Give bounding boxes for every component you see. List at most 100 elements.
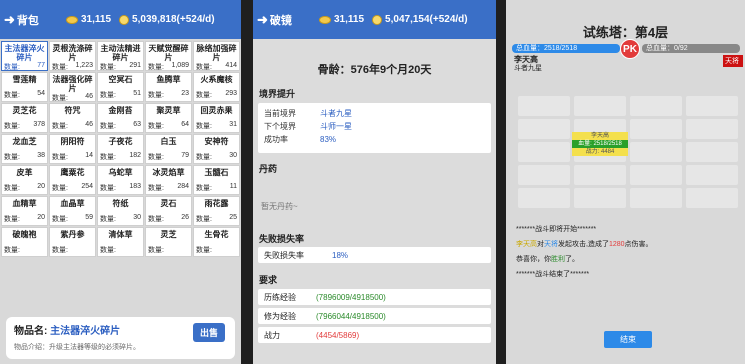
item-qty-row: 数量: 23 bbox=[148, 90, 189, 100]
back-label: 背包 bbox=[16, 14, 39, 27]
sell-button[interactable]: 出售 bbox=[192, 323, 225, 342]
inventory-item[interactable]: 符纸 数量: 30 bbox=[97, 196, 144, 226]
inventory-item[interactable]: 鹰粟花 数量: 254 bbox=[49, 165, 96, 195]
coin-counter: 31,115 bbox=[66, 14, 111, 25]
item-qty-label: 数量: bbox=[196, 216, 212, 223]
inventory-item[interactable]: 龙血芝 数量: 38 bbox=[1, 134, 48, 164]
inventory-item[interactable]: 主动法精进碎片 数量: 291 bbox=[97, 41, 144, 71]
inventory-item[interactable]: 聚灵草 数量: 64 bbox=[145, 103, 192, 133]
success-rate-value: 83% bbox=[320, 135, 337, 144]
item-qty-value: 291 bbox=[129, 62, 141, 69]
item-qty-label: 数量: bbox=[148, 185, 164, 192]
inventory-item[interactable]: 灵根洗涤碎片 数量: 1,223 bbox=[49, 41, 96, 71]
fighter-card-hp: 血量: 2518/2518 bbox=[572, 140, 628, 148]
item-title-value: 主法器淬火碎片 bbox=[50, 326, 121, 337]
item-qty-label: 数量: bbox=[148, 247, 164, 254]
battle-slot bbox=[574, 188, 626, 208]
item-name: 血精草 bbox=[12, 199, 37, 208]
item-name: 白玉 bbox=[160, 137, 177, 146]
req-value: (7896009/4918500) bbox=[316, 292, 386, 302]
item-qty-row: 数量: 46 bbox=[52, 93, 93, 103]
item-qty-row: 数量: 20 bbox=[4, 183, 45, 193]
inventory-item[interactable]: 冰灵焰草 数量: 284 bbox=[145, 165, 192, 195]
item-qty-label: 数量: bbox=[4, 247, 20, 254]
item-qty-label: 数量: bbox=[148, 92, 164, 99]
inventory-item[interactable]: 鱼腾草 数量: 23 bbox=[145, 72, 192, 102]
battle-slot bbox=[686, 96, 738, 116]
item-name: 玉髓石 bbox=[204, 168, 229, 177]
item-qty-label: 数量: bbox=[100, 92, 116, 99]
end-button[interactable]: 结束 bbox=[604, 331, 652, 348]
inventory-item[interactable]: 火系魔核 数量: 293 bbox=[193, 72, 240, 102]
inventory-item[interactable]: 金刚苔 数量: 63 bbox=[97, 103, 144, 133]
inventory-item[interactable]: 血精草 数量: 20 bbox=[1, 196, 48, 226]
item-qty-label: 数量: bbox=[4, 185, 20, 192]
item-qty-value: 20 bbox=[37, 183, 45, 190]
inventory-item[interactable]: 紫丹参 数量: bbox=[49, 227, 96, 257]
inventory-item[interactable]: 灵芝花 数量: 378 bbox=[1, 103, 48, 133]
inventory-item[interactable]: 雪莲精 数量: 54 bbox=[1, 72, 48, 102]
bag-panel: ➜ 背包 31,115 5,039,818(+524/d) 主法器淬火碎片 数量:… bbox=[0, 0, 241, 364]
inventory-item[interactable]: 灵石数量: 26 bbox=[145, 196, 192, 226]
success-rate-row: 成功率 83% bbox=[264, 133, 485, 146]
item-qty-label: 数量: bbox=[4, 64, 20, 71]
item-qty-row: 数量: 25 bbox=[196, 214, 237, 224]
inventory-item[interactable]: 清体草 数量: bbox=[97, 227, 144, 257]
item-qty-label: 数量: bbox=[4, 154, 20, 161]
back-button[interactable]: ➜ 破镜 bbox=[257, 12, 311, 28]
item-name: 符纸 bbox=[112, 199, 129, 208]
battle-slot bbox=[630, 142, 682, 162]
inventory-item[interactable]: 子夜花 数量: 182 bbox=[97, 134, 144, 164]
battle-slot bbox=[518, 96, 570, 116]
inventory-item[interactable]: 乌蛇草 数量: 183 bbox=[97, 165, 144, 195]
item-name: 天赋觉醒碎片 bbox=[148, 44, 189, 62]
inventory-item[interactable]: 主法器淬火碎片 数量: 77 bbox=[1, 41, 48, 71]
req-key: 历练经验 bbox=[264, 292, 296, 302]
item-qty-row: 数量: 14 bbox=[52, 152, 93, 162]
item-name: 灵石 bbox=[160, 199, 177, 208]
item-qty-value: 54 bbox=[37, 90, 45, 97]
inventory-item[interactable]: 破魄袍 数量: bbox=[1, 227, 48, 257]
gem-counter: 5,047,154(+524/d) bbox=[372, 14, 468, 25]
pill-title: 丹药 bbox=[259, 164, 278, 174]
inventory-item[interactable]: 符咒 数量: 46 bbox=[49, 103, 96, 133]
item-qty-value: 20 bbox=[37, 214, 45, 221]
gem-icon bbox=[119, 14, 130, 25]
item-qty-label: 数量: bbox=[100, 64, 116, 71]
back-button[interactable]: ➜ 背包 bbox=[4, 12, 58, 28]
item-qty-row: 数量: bbox=[52, 245, 93, 255]
inventory-item[interactable]: 血晶草 数量: 59 bbox=[49, 196, 96, 226]
inventory-item[interactable]: 空冥石 数量: 51 bbox=[97, 72, 144, 102]
inventory-item[interactable]: 安神符 数量: 30 bbox=[193, 134, 240, 164]
item-qty-row: 数量: 1,089 bbox=[148, 62, 189, 72]
log-line: 李天高对天将发起攻击,造成了1280点伤害。 bbox=[516, 241, 653, 248]
item-qty-value: 63 bbox=[133, 121, 141, 128]
pk-badge: PK bbox=[620, 39, 640, 59]
realm-current-key: 当前境界 bbox=[264, 109, 296, 118]
inventory-item[interactable]: 雨花露 数量: 25 bbox=[193, 196, 240, 226]
inventory-item[interactable]: 脉络加强碎片 数量: 414 bbox=[193, 41, 240, 71]
item-qty-label: 数量: bbox=[196, 154, 212, 161]
inventory-item[interactable]: 灵芝 数量: bbox=[145, 227, 192, 257]
back-arrow-icon: ➜ bbox=[4, 11, 15, 27]
inventory-item[interactable]: 玉髓石 数量: 11 bbox=[193, 165, 240, 195]
bone-age: 骨龄：576年9个月20天 bbox=[317, 64, 432, 76]
item-qty-label: 数量: bbox=[100, 185, 116, 192]
realm-box: 当前境界 斗者九星 下个境界 斗师一星 成功率 83% bbox=[258, 103, 491, 153]
item-qty-label: 数量: bbox=[100, 123, 116, 130]
item-qty-row: 数量: 414 bbox=[196, 62, 237, 72]
inventory-item[interactable]: 法器强化碎片 数量: 46 bbox=[49, 72, 96, 102]
item-name: 龙血芝 bbox=[12, 137, 37, 146]
inventory-item[interactable]: 天赋觉醒碎片 数量: 1,089 bbox=[145, 41, 192, 71]
log-line: *******战斗即将开始******* bbox=[516, 226, 597, 233]
inventory-item[interactable]: 白玉 数量: 79 bbox=[145, 134, 192, 164]
success-rate-key: 成功率 bbox=[264, 135, 288, 144]
item-qty-row: 数量: 26 bbox=[148, 214, 189, 224]
inventory-item[interactable]: 皮革 数量: 20 bbox=[1, 165, 48, 195]
inventory-item[interactable]: 生骨花 数量: bbox=[193, 227, 240, 257]
inventory-item[interactable]: 阴阳符 数量: 14 bbox=[49, 134, 96, 164]
item-qty-label: 数量: bbox=[196, 247, 212, 254]
inventory-item[interactable]: 回灵赤果 数量: 31 bbox=[193, 103, 240, 133]
req-value: (4454/5869) bbox=[316, 330, 360, 340]
item-qty-row: 数量: 31 bbox=[196, 121, 237, 131]
